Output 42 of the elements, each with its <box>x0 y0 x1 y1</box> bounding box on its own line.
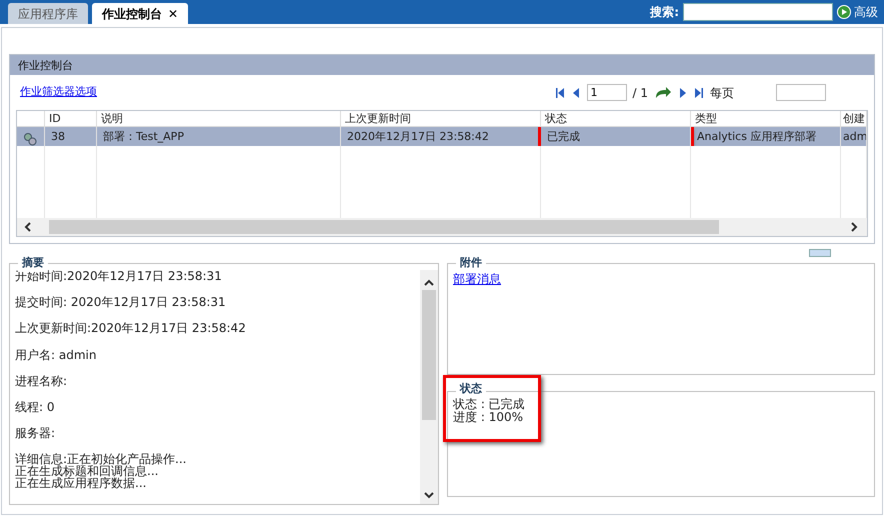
search-label: 搜索: <box>650 4 679 21</box>
next-page-icon[interactable] <box>678 86 688 98</box>
scroll-up-icon[interactable] <box>424 278 434 288</box>
previous-page-icon[interactable] <box>570 86 580 98</box>
summary-legend: 摘要 <box>18 255 48 272</box>
status-line: 状态 : 已完成 <box>453 398 526 411</box>
status-line: 进度 : 100% <box>453 410 524 424</box>
scroll-down-icon[interactable] <box>424 490 434 500</box>
table-cell: 已完成 <box>541 127 691 146</box>
filter-options-link[interactable]: 作业筛选器选项 <box>20 84 97 101</box>
summary-line: 提交时间: 2020年12月17日 23:58:31 <box>15 296 227 310</box>
page-field[interactable]: 1 <box>586 84 626 101</box>
vertical-scrollbar[interactable] <box>420 270 438 504</box>
go-icon[interactable] <box>837 5 851 19</box>
detail-line: 正在生成标题和回调信息... <box>15 465 158 478</box>
close-icon[interactable]: ✕ <box>168 4 178 22</box>
horizontal-scrollbar[interactable] <box>17 218 867 236</box>
table-cell: 部署：Test_APP <box>97 127 341 146</box>
detail-line: 正在生成应用程序数据... <box>15 477 148 490</box>
summary-line: 用户名: admin <box>15 348 98 362</box>
scroll-right-icon[interactable] <box>849 222 859 232</box>
summary-line: 上次更新时间:2020年12月17日 23:58:42 <box>15 322 247 336</box>
table-cell: 38 <box>45 127 97 146</box>
last-page-icon[interactable] <box>694 86 704 98</box>
summary-line: 服务器: <box>15 427 56 440</box>
attachment-link[interactable]: 部署消息 <box>453 272 502 286</box>
search-field[interactable] <box>683 3 833 21</box>
tab[interactable]: 应用程序库 <box>8 3 88 24</box>
per-page-label: 每页 <box>710 84 734 102</box>
table-cell: Analytics 应用程序部署 <box>691 127 841 146</box>
detail-line: 详细信息:正在初始化产品操作... <box>15 453 188 466</box>
status-legend: 状态 <box>456 383 486 395</box>
summary-line: 线程: 0 <box>15 400 56 414</box>
summary-line: 进程名称: <box>15 374 68 388</box>
page-total: / 1 <box>632 84 648 102</box>
advanced-link[interactable]: 高级 <box>854 3 878 21</box>
table-cell: 2020年12月17日 23:58:42 <box>341 127 541 146</box>
per-page-field[interactable] <box>776 84 826 101</box>
first-page-icon[interactable] <box>554 86 564 98</box>
refresh-icon[interactable] <box>654 86 672 100</box>
panel-title: 作业控制台 <box>10 55 874 75</box>
tab[interactable]: 作业控制台 ✕ <box>92 3 188 24</box>
